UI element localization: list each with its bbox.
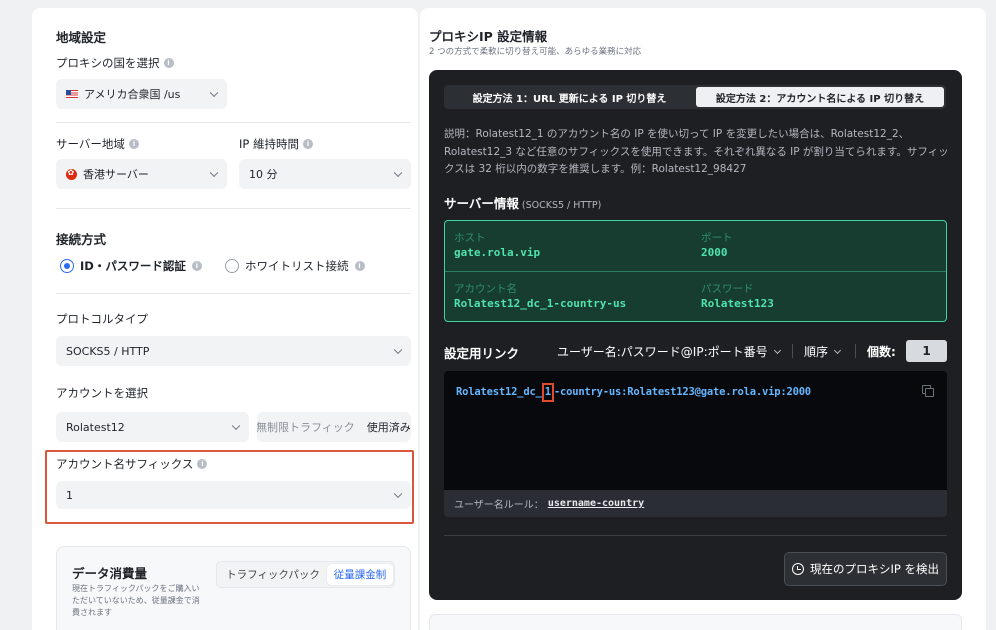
region-settings-title: 地域設定 <box>56 30 107 45</box>
info-icon: i <box>163 58 174 68</box>
radio-dot <box>60 259 74 273</box>
bottom-card <box>429 614 962 630</box>
password-value[interactable]: Rolatest123 <box>701 297 774 310</box>
count-label: 個数: <box>867 345 896 359</box>
order-dropdown[interactable]: 順序 <box>804 343 842 360</box>
tab-method-1[interactable]: 設定方法 1：URL 更新による IP 切り替え <box>446 87 693 107</box>
count-input[interactable]: 1 <box>906 340 947 362</box>
username-rule-footer: ユーザー名ルール： username-country <box>444 490 947 517</box>
us-flag-icon <box>66 90 78 98</box>
ip-time-label: IP 維持時間 i <box>239 136 313 152</box>
tab-method-2[interactable]: 設定方法 2：アカウント名による IP 切り替え <box>696 87 944 107</box>
chevron-down-icon <box>773 346 781 354</box>
chevron-down-icon <box>393 168 403 178</box>
toggle-traffic-pack[interactable]: トラフィックパック <box>221 564 325 585</box>
info-icon: i <box>302 139 313 149</box>
chevron-down-icon <box>209 88 219 98</box>
vertical-divider <box>792 344 793 358</box>
info-icon: i <box>128 139 139 149</box>
server-region-label: サーバー地域 i <box>56 136 139 152</box>
info-icon: i <box>354 261 365 271</box>
ip-time-select[interactable]: 10 分 <box>239 159 411 189</box>
host-label: ホスト <box>454 232 486 244</box>
data-consumption-title: データ消費量 <box>72 566 148 581</box>
detect-proxy-ip-button[interactable]: 現在のプロキシIP を検出 <box>784 552 947 586</box>
usage-value: 使用済み：0% <box>366 421 411 434</box>
timer-icon <box>792 563 804 575</box>
data-consumption-desc: 現在トラフィックパックをご購入いただいていないため、従量課金で消費されます <box>72 584 200 617</box>
divider <box>56 122 411 123</box>
info-icon: i <box>191 261 202 271</box>
proxy-settings-subtitle: 2 つの方式で柔軟に切り替え可能、あらゆる業務に対応 <box>429 47 642 57</box>
account-label: アカウントを選択 <box>56 386 148 400</box>
divider <box>444 535 947 536</box>
chevron-down-icon <box>833 346 842 354</box>
method-description: 説明：Rolatest12_1 のアカウント名の IP を使い切って IP を変… <box>444 128 949 175</box>
vertical-divider <box>855 344 856 358</box>
connection-method-title: 接続方式 <box>56 232 107 247</box>
hk-flag-icon <box>66 168 77 180</box>
config-link-title: 設定用リンク <box>444 346 520 361</box>
proxy-settings-title: プロキシIP 設定情報 <box>429 29 548 44</box>
consumption-toggle: トラフィックパック 従量課金制 <box>216 561 395 588</box>
config-link-text[interactable]: Rolatest12_dc_ 1 -country-us:Rolatest123@g… <box>456 383 811 402</box>
host-value[interactable]: gate.rola.vip <box>454 246 540 259</box>
account-name-value[interactable]: Rolatest12_dc_1-country-us <box>454 297 626 310</box>
port-value[interactable]: 2000 <box>701 246 728 259</box>
protocol-label: プロトコルタイプ <box>56 312 148 326</box>
format-dropdown[interactable]: ユーザー名:パスワード@IP:ポート番号 <box>557 343 781 360</box>
country-select[interactable]: アメリカ合衆国 /us <box>56 79 227 109</box>
divider <box>56 208 411 209</box>
radio-dot <box>225 259 239 273</box>
method-tabs: 設定方法 1：URL 更新による IP 切り替え 設定方法 2：アカウント名によ… <box>444 85 946 109</box>
country-label: プロキシの国を選択 i <box>56 55 174 71</box>
suffix-highlight: 1 <box>541 383 554 402</box>
protocol-select[interactable]: SOCKS5 / HTTP <box>56 336 411 366</box>
traffic-type: 無制限トラフィック <box>257 421 355 434</box>
divider <box>445 271 946 272</box>
suffix-highlight-frame <box>45 450 414 524</box>
copy-icon[interactable] <box>922 385 934 397</box>
port-label: ポート <box>701 232 733 244</box>
chevron-down-icon <box>231 421 241 431</box>
account-select[interactable]: Rolatest12 <box>56 412 249 442</box>
account-name-label: アカウント名 <box>454 283 517 295</box>
server-info-title: サーバー情報 (SOCKS5 / HTTP) <box>444 196 602 211</box>
chevron-down-icon <box>209 168 219 178</box>
divider <box>56 293 411 294</box>
server-region-select[interactable]: 香港サーバー <box>56 159 227 189</box>
chevron-down-icon <box>393 345 403 355</box>
radio-whitelist[interactable]: ホワイトリスト接続 i <box>225 258 365 274</box>
password-label: パスワード <box>701 283 754 295</box>
radio-id-password[interactable]: ID・パスワード認証 i <box>60 258 202 274</box>
account-info: 無制限トラフィック 使用済み：0% <box>257 412 411 442</box>
toggle-pay-as-you-go[interactable]: 従量課金制 <box>327 564 393 585</box>
